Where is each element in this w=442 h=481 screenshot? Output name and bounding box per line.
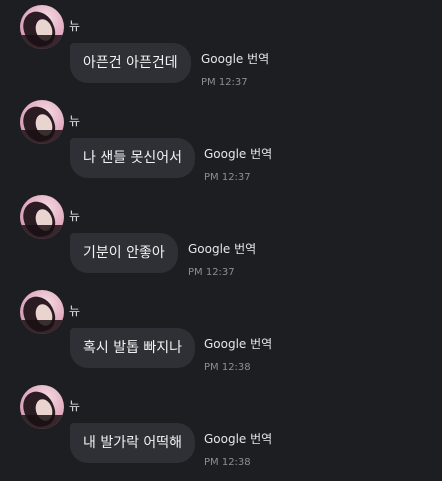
google-translate-link[interactable]: Google 번역 (204, 335, 272, 352)
sender-name: 뉴 (69, 304, 81, 318)
avatar[interactable] (20, 290, 64, 334)
message-group: 뉴 나 샌들 못신어서 Google 번역 PM 12:37 (0, 100, 442, 196)
message-timestamp: PM 12:37 (204, 172, 251, 183)
avatar[interactable] (20, 195, 64, 239)
message-bubble[interactable]: 혹시 발톱 빠지나 (70, 328, 196, 368)
message-group: 뉴 내 발가락 어떡해 Google 번역 PM 12:38 (0, 385, 442, 481)
message-bubble[interactable]: 아픈건 아픈건데 (70, 43, 191, 83)
message-group: 뉴 기분이 안좋아 Google 번역 PM 12:37 (0, 195, 442, 291)
message-group: 뉴 아픈건 아픈건데 Google 번역 PM 12:37 (0, 5, 442, 101)
message-timestamp: PM 12:38 (204, 457, 251, 468)
avatar[interactable] (20, 5, 64, 49)
google-translate-link[interactable]: Google 번역 (204, 430, 272, 447)
avatar[interactable] (20, 100, 64, 144)
sender-name: 뉴 (69, 19, 81, 33)
google-translate-link[interactable]: Google 번역 (201, 50, 269, 67)
message-timestamp: PM 12:37 (188, 267, 235, 278)
chat-thread: 뉴 아픈건 아픈건데 Google 번역 PM 12:37 뉴 나 샌들 못신어… (0, 0, 442, 481)
message-timestamp: PM 12:37 (201, 77, 248, 88)
google-translate-link[interactable]: Google 번역 (188, 240, 256, 257)
message-bubble[interactable]: 나 샌들 못신어서 (70, 138, 196, 178)
message-group: 뉴 혹시 발톱 빠지나 Google 번역 PM 12:38 (0, 290, 442, 386)
sender-name: 뉴 (69, 114, 81, 128)
sender-name: 뉴 (69, 399, 81, 413)
google-translate-link[interactable]: Google 번역 (204, 145, 272, 162)
message-bubble[interactable]: 기분이 안좋아 (70, 233, 178, 273)
message-timestamp: PM 12:38 (204, 362, 251, 373)
message-bubble[interactable]: 내 발가락 어떡해 (70, 423, 196, 463)
avatar[interactable] (20, 385, 64, 429)
sender-name: 뉴 (69, 209, 81, 223)
